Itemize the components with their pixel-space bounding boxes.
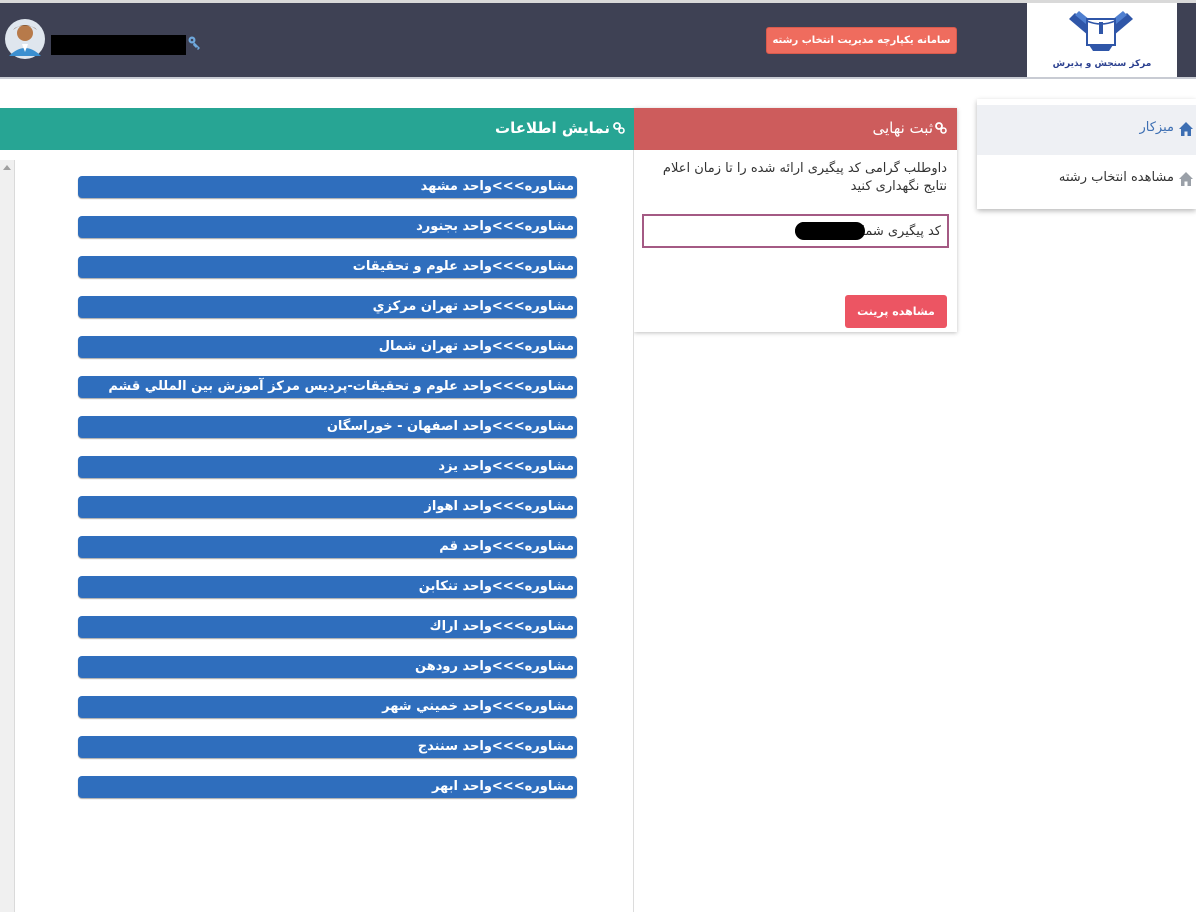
- panel-divider: [633, 150, 634, 912]
- branch-consult-button[interactable]: مشاوره>>>واحد اهواز: [78, 496, 577, 518]
- final-panel-header: ثبت نهایی: [634, 108, 957, 150]
- branch-consult-button[interactable]: مشاوره>>>واحد تهران مرکزي: [78, 296, 577, 318]
- final-registration-panel: ثبت نهایی داوطلب گرامی کد پیگیری ارائه ش…: [634, 108, 957, 332]
- system-title-button[interactable]: سامانه یکپارچه مدیریت انتخاب رشته: [766, 27, 957, 54]
- final-panel-title: ثبت نهایی: [872, 119, 933, 137]
- branch-consult-button[interactable]: مشاوره>>>واحد مشهد: [78, 176, 577, 198]
- sidebar-item-dashboard[interactable]: میزکار: [977, 105, 1196, 155]
- user-avatar-icon[interactable]: [4, 18, 46, 60]
- branch-consult-button[interactable]: مشاوره>>>واحد علوم و تحقیقات: [78, 256, 577, 278]
- header-divider: [0, 77, 1196, 79]
- branch-consult-button[interactable]: مشاوره>>>واحد علوم و تحقیقات-پردیس مرکز …: [78, 376, 577, 398]
- tracking-notice: داوطلب گرامی کد پیگیری ارائه شده را تا ز…: [662, 161, 947, 194]
- branch-consult-button[interactable]: مشاوره>>>واحد اصفهان - خوراسگان: [78, 416, 577, 438]
- cogs-icon: [935, 122, 947, 134]
- branch-list: مشاوره>>>واحد مشهد مشاوره>>>واحد بجنورد مش…: [0, 108, 634, 912]
- tracking-code-value: ██████: [795, 222, 865, 240]
- home-icon: [1179, 122, 1193, 136]
- sidebar: میزکار مشاهده انتخاب رشته: [977, 99, 1196, 209]
- view-print-button[interactable]: مشاهده پرینت: [845, 295, 947, 328]
- logo-emblem-icon: [1069, 11, 1133, 51]
- sidebar-item-view-selection[interactable]: مشاهده انتخاب رشته: [977, 155, 1196, 205]
- branch-consult-button[interactable]: مشاوره>>>واحد یزد: [78, 456, 577, 478]
- sidebar-item-label: مشاهده انتخاب رشته: [1058, 170, 1174, 185]
- branch-consult-button[interactable]: مشاوره>>>واحد تنکابن: [78, 576, 577, 598]
- university-logo[interactable]: مرکز سنجش و پذیرش: [1027, 3, 1177, 77]
- tracking-code-label: کد پیگیری شما: [861, 224, 941, 239]
- branch-consult-button[interactable]: مشاوره>>>واحد بجنورد: [78, 216, 577, 238]
- branch-consult-button[interactable]: مشاوره>>>واحد تهران شمال: [78, 336, 577, 358]
- branch-consult-button[interactable]: مشاوره>>>واحد اراك: [78, 616, 577, 638]
- logo-caption: مرکز سنجش و پذیرش: [1052, 59, 1152, 69]
- sidebar-item-label: میزکار: [1139, 120, 1175, 135]
- branch-consult-button[interactable]: مشاوره>>>واحد قم: [78, 536, 577, 558]
- home-icon: [1179, 172, 1193, 186]
- key-icon[interactable]: [186, 35, 202, 51]
- branch-consult-button[interactable]: مشاوره>>>واحد خميني شهر: [78, 696, 577, 718]
- branch-consult-button[interactable]: مشاوره>>>واحد ابهر: [78, 776, 577, 798]
- branch-consult-button[interactable]: مشاوره>>>واحد رودهن: [78, 656, 577, 678]
- info-panel: نمایش اطلاعات مشاوره>>>واحد مشهد مشاوره>>…: [0, 108, 634, 912]
- tracking-code-box: کد پیگیری شما ██████: [642, 214, 949, 248]
- branch-consult-button[interactable]: مشاوره>>>واحد سنندج: [78, 736, 577, 758]
- username: ████████: [51, 35, 186, 55]
